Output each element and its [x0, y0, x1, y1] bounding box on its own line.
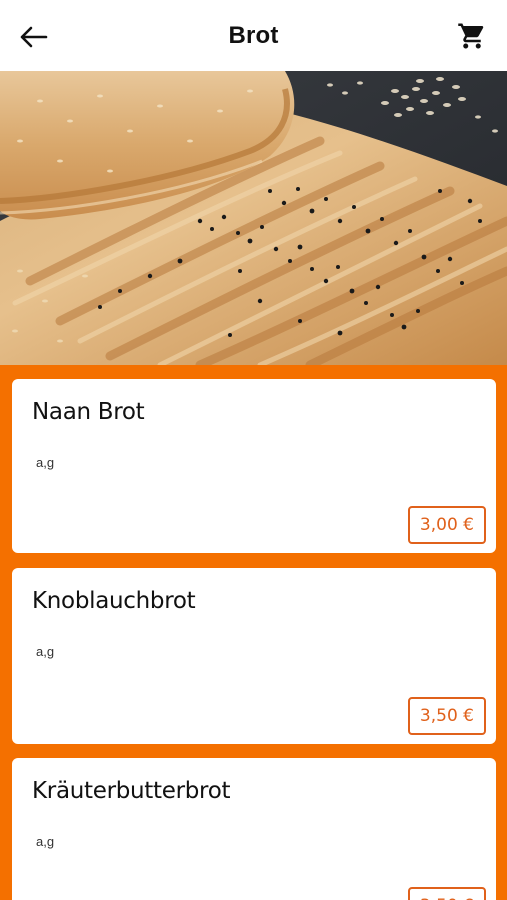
app-screen: Brot Naan Brot a,g 3,00 € Knoblauchbrot … [0, 0, 507, 900]
app-header: Brot [0, 0, 507, 71]
back-button[interactable] [14, 18, 52, 56]
arrow-left-icon [20, 26, 48, 48]
shopping-cart-icon [458, 23, 484, 49]
product-name: Knoblauchbrot [32, 588, 196, 614]
product-allergens: a,g [36, 834, 55, 849]
product-name: Kräuterbutterbrot [32, 778, 231, 804]
product-card-knoblauchbrot[interactable]: Knoblauchbrot a,g 3,50 € [12, 568, 496, 744]
add-to-cart-price-button[interactable]: 3,00 € [407, 506, 486, 544]
cart-button[interactable] [453, 17, 491, 55]
product-card-naan-brot[interactable]: Naan Brot a,g 3,00 € [12, 379, 496, 553]
product-card-kraeuterbutterbrot[interactable]: Kräuterbutterbrot a,g 3,50 € [12, 758, 496, 900]
page-title: Brot [228, 21, 279, 49]
product-name: Naan Brot [32, 399, 145, 425]
add-to-cart-price-button[interactable]: 3,50 € [407, 887, 486, 900]
product-list: Naan Brot a,g 3,00 € Knoblauchbrot a,g 3… [0, 365, 507, 900]
product-allergens: a,g [36, 455, 55, 470]
category-hero-image [0, 71, 507, 365]
product-allergens: a,g [36, 644, 55, 659]
add-to-cart-price-button[interactable]: 3,50 € [407, 697, 486, 735]
flatbread-photo [0, 71, 507, 365]
